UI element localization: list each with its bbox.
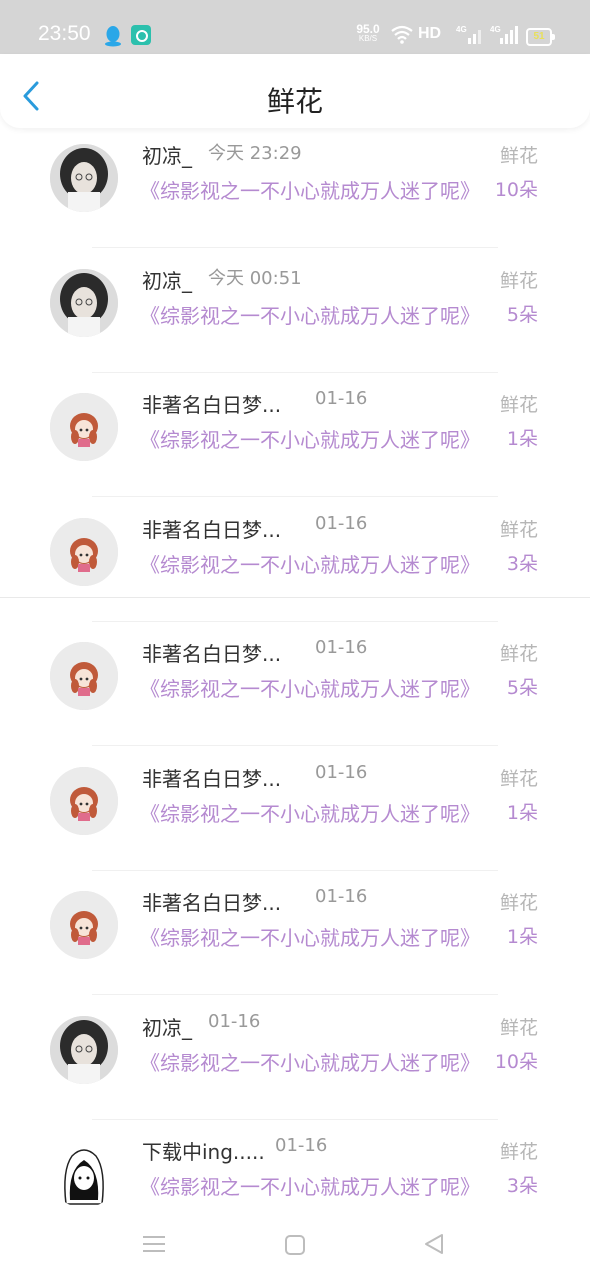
list-item[interactable]: 非著名白日梦... 01-16 《综影视之一不小心就成万人迷了呢》 鲜花 3朵 — [0, 498, 590, 622]
avatar[interactable] — [50, 642, 118, 710]
user-name[interactable]: 初凉_ — [142, 140, 192, 169]
gift-type-label: 鲜花 — [499, 394, 538, 416]
gift-type-label: 鲜花 — [499, 145, 538, 167]
timestamp: 01-16 — [315, 886, 368, 907]
avatar[interactable] — [50, 1140, 118, 1208]
list-item[interactable]: 初凉_ 今天 00:51 《综影视之一不小心就成万人迷了呢》 鲜花 5朵 — [0, 249, 590, 373]
wifi-icon — [391, 25, 413, 44]
system-nav-bar — [0, 1216, 590, 1280]
page-title: 鲜花 — [266, 85, 323, 118]
list-item[interactable]: 非著名白日梦... 01-16 《综影视之一不小心就成万人迷了呢》 鲜花 5朵 — [0, 622, 590, 746]
top-bar: 鲜花 — [0, 54, 590, 128]
timestamp: 01-16 — [315, 512, 368, 534]
timestamp: 01-16 — [315, 761, 368, 783]
gift-type-label: 鲜花 — [499, 269, 538, 292]
user-name[interactable]: 初凉_ — [142, 1012, 192, 1041]
svg-text:4G: 4G — [490, 25, 501, 34]
timestamp: 今天 23:29 — [208, 143, 302, 164]
avatar[interactable] — [50, 393, 118, 461]
flower-count: 10朵 — [494, 179, 538, 201]
book-title[interactable]: 《综影视之一不小心就成万人迷了呢》 — [140, 424, 480, 453]
avatar[interactable] — [50, 766, 118, 835]
gift-type-label: 鲜花 — [499, 767, 538, 790]
timestamp: 今天 00:51 — [208, 267, 302, 289]
flower-count: 1朵 — [506, 926, 538, 948]
signal-4g-icon-2: 4G — [490, 25, 518, 44]
menu-icon[interactable] — [143, 1234, 165, 1254]
gift-type-label: 鲜花 — [499, 518, 538, 541]
book-title[interactable]: 《综影视之一不小心就成万人迷了呢》 — [140, 300, 480, 329]
book-title[interactable]: 《综影视之一不小心就成万人迷了呢》 — [140, 1171, 480, 1200]
user-name[interactable]: 非著名白日梦... — [142, 638, 281, 667]
user-name[interactable]: 初凉_ — [142, 265, 192, 294]
book-title[interactable]: 《综影视之一不小心就成万人迷了呢》 — [140, 922, 480, 951]
list-item[interactable]: 非著名白日梦... 01-16 《综影视之一不小心就成万人迷了呢》 鲜花 1朵 — [0, 373, 590, 497]
triangle-back-icon[interactable] — [422, 1232, 446, 1256]
list-item[interactable]: 初凉_ 01-16 《综影视之一不小心就成万人迷了呢》 鲜花 10朵 — [0, 996, 590, 1120]
signal-4g-icon: 4G — [456, 25, 481, 44]
user-name[interactable]: 非著名白日梦... — [142, 887, 281, 916]
battery-icon: 51 — [526, 28, 555, 46]
flower-count: 5朵 — [506, 677, 538, 699]
book-title[interactable]: 《综影视之一不小心就成万人迷了呢》 — [140, 673, 480, 702]
avatar[interactable] — [50, 891, 118, 959]
list-item[interactable]: 非著名白日梦... 01-16 《综影视之一不小心就成万人迷了呢》 鲜花 1朵 — [0, 747, 590, 871]
timestamp: 01-16 — [275, 1135, 328, 1156]
flower-count: 1朵 — [506, 428, 538, 450]
list-item[interactable]: 初凉_ 今天 23:29 《综影视之一不小心就成万人迷了呢》 鲜花 10朵 — [0, 124, 590, 248]
flower-count: 3朵 — [506, 552, 538, 575]
flower-count: 3朵 — [506, 1175, 538, 1197]
status-time: 23:50 — [38, 22, 91, 45]
list-item[interactable]: 非著名白日梦... 01-16 《综影视之一不小心就成万人迷了呢》 鲜花 1朵 — [0, 871, 590, 995]
user-name[interactable]: 非著名白日梦... — [142, 514, 281, 543]
gift-type-label: 鲜花 — [499, 892, 538, 914]
timestamp: 01-16 — [315, 637, 368, 658]
network-speed: 95.0 KB/S — [356, 22, 380, 43]
avatar[interactable] — [50, 517, 118, 586]
qq-icon — [105, 26, 121, 47]
status-bar: 23:50 95.0 KB/S HD 4G 4G 51 — [0, 0, 590, 54]
timestamp: 01-16 — [208, 1010, 261, 1032]
avatar[interactable] — [50, 268, 118, 337]
user-name[interactable]: 非著名白日梦... — [142, 763, 281, 792]
flower-count: 5朵 — [506, 303, 538, 326]
app-notification-icon — [131, 25, 151, 45]
avatar[interactable] — [50, 1015, 118, 1084]
user-name[interactable]: 下载中ing..... — [142, 1136, 265, 1165]
divider — [0, 597, 590, 598]
gift-type-label: 鲜花 — [499, 1016, 538, 1039]
avatar[interactable] — [50, 144, 118, 212]
gift-type-label: 鲜花 — [499, 1141, 538, 1163]
timestamp: 01-16 — [315, 388, 368, 409]
book-title[interactable]: 《综影视之一不小心就成万人迷了呢》 — [140, 798, 480, 827]
book-title[interactable]: 《综影视之一不小心就成万人迷了呢》 — [140, 549, 480, 578]
hd-indicator: HD — [418, 25, 442, 42]
book-title[interactable]: 《综影视之一不小心就成万人迷了呢》 — [140, 1047, 480, 1076]
user-name[interactable]: 非著名白日梦... — [142, 389, 281, 418]
flower-count: 1朵 — [506, 801, 538, 824]
book-title[interactable]: 《综影视之一不小心就成万人迷了呢》 — [140, 175, 480, 204]
svg-text:4G: 4G — [456, 25, 467, 34]
flower-count: 10朵 — [494, 1050, 538, 1073]
square-home-icon[interactable] — [284, 1234, 306, 1256]
gift-type-label: 鲜花 — [499, 643, 538, 665]
